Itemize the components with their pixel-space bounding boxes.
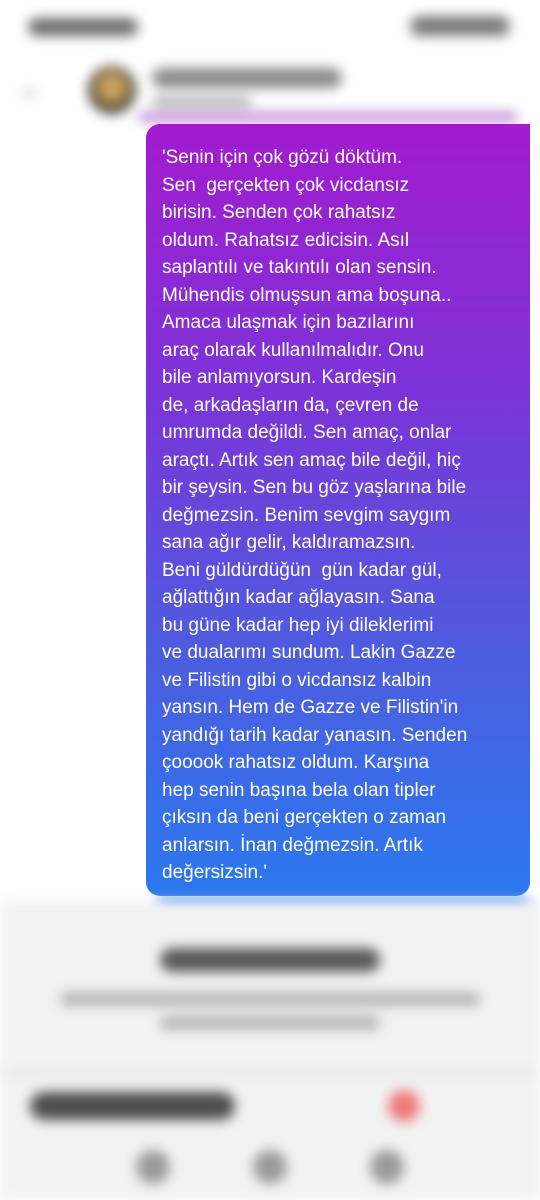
previous-message-edge [138, 112, 518, 122]
status-time [28, 18, 138, 36]
nav-home-icon[interactable] [253, 1150, 287, 1184]
back-arrow-icon[interactable]: ← [18, 74, 50, 102]
panel-title [160, 948, 380, 972]
panel-description-line2 [160, 1016, 380, 1030]
panel-description [60, 992, 480, 1006]
message-bubble[interactable]: 'Senin için çok gözü döktüm. Sen gerçekt… [146, 124, 530, 896]
status-bar [0, 0, 540, 60]
message-text: 'Senin için çok gözü döktüm. Sen gerçekt… [162, 147, 468, 883]
panel-action-icon[interactable] [388, 1090, 420, 1122]
panel-action-button[interactable] [30, 1092, 235, 1120]
contact-status [152, 96, 252, 110]
divider [0, 1068, 540, 1078]
contact-name[interactable] [152, 68, 342, 88]
nav-back-icon[interactable] [370, 1150, 404, 1184]
status-icons [410, 16, 510, 36]
bottom-panel [0, 902, 540, 1200]
nav-recent-icon[interactable] [136, 1150, 170, 1184]
avatar[interactable] [88, 66, 136, 114]
